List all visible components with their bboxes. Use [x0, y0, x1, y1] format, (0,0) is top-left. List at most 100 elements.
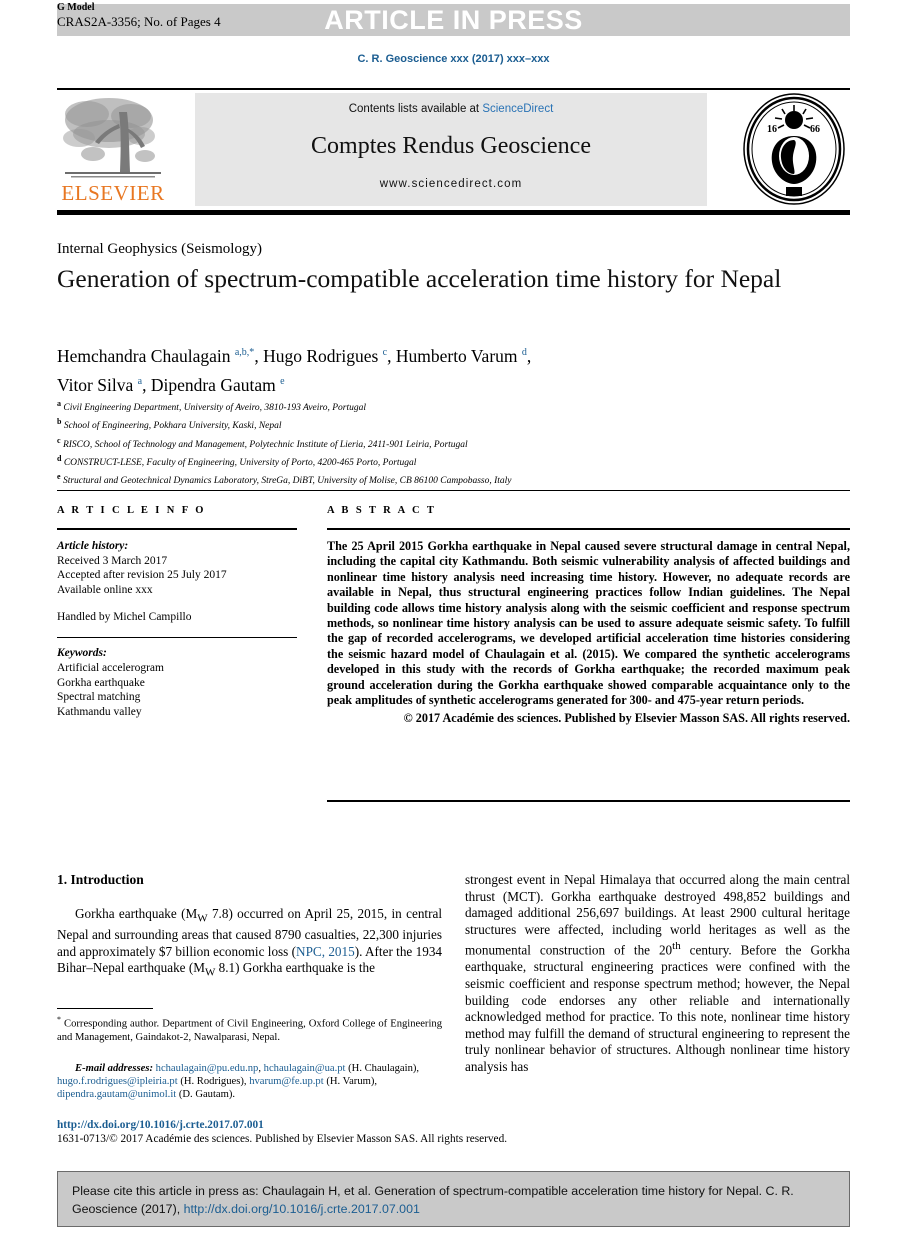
- affiliation-item: d CONSTRUCT-LESE, Faculty of Engineering…: [57, 452, 847, 470]
- journal-masthead: ELSEVIER Contents lists available at Sci…: [57, 88, 850, 215]
- email-owner-3: (H. Rodrigues),: [180, 1076, 247, 1088]
- affiliation-text: School of Engineering, Pokhara Universit…: [63, 421, 282, 432]
- body-left-column: 1. Introduction Gorkha earthquake (MW 7.…: [57, 872, 442, 982]
- article-info-column: A R T I C L E I N F O Article history: R…: [57, 505, 297, 719]
- article-id-label: CRAS2A-3356; No. of Pages 4: [57, 14, 221, 29]
- century-superscript: th: [672, 940, 681, 953]
- corresponding-author-note: * Corresponding author. Department of Ci…: [57, 1013, 442, 1044]
- article-history-block: Article history: Received 3 March 2017 A…: [57, 539, 297, 597]
- email-link-5[interactable]: dipendra.gautam@unimol.it: [57, 1089, 176, 1100]
- g-model-block: G Model CRAS2A-3356; No. of Pages 4: [57, 2, 221, 29]
- keyword-item: Spectral matching: [57, 691, 141, 704]
- keywords-block: Keywords: Artificial accelerogram Gorkha…: [57, 646, 297, 719]
- cite-box-text: Please cite this article in press as: Ch…: [72, 1182, 835, 1218]
- abstract-body: The 25 April 2015 Gorkha earthquake in N…: [327, 539, 850, 708]
- handled-by: Handled by Michel Campillo: [57, 611, 192, 624]
- author-sep-3: ,: [526, 345, 532, 366]
- author-1-affil-marks[interactable]: a,b,*: [235, 347, 254, 358]
- author-4-name: Vitor Silva: [57, 374, 138, 395]
- author-sep-4: , Dipendra Gautam: [142, 374, 281, 395]
- keyword-item: Gorkha earthquake: [57, 676, 145, 689]
- affiliation-mark: e: [57, 472, 61, 482]
- email-link-3[interactable]: hugo.f.rodrigues@ipleiria.pt: [57, 1076, 178, 1087]
- affiliation-item: a Civil Engineering Department, Universi…: [57, 397, 847, 415]
- corresponding-author-text: Corresponding author. Department of Civi…: [57, 1018, 442, 1043]
- accepted-date: Accepted after revision 25 July 2017: [57, 569, 227, 582]
- body-right-column: strongest event in Nepal Himalaya that o…: [465, 872, 850, 1076]
- svg-text:66: 66: [810, 124, 820, 135]
- affiliation-item: e Structural and Geotechnical Dynamics L…: [57, 470, 847, 488]
- magnitude-subscript-2: W: [204, 967, 216, 980]
- footnote-rule: [57, 1008, 153, 1009]
- sciencedirect-link[interactable]: ScienceDirect: [482, 103, 553, 115]
- elsevier-logo: ELSEVIER: [57, 94, 169, 206]
- intro-right-text-b: century. Before the Gorkha earthquake, s…: [465, 942, 850, 1074]
- svg-text:16: 16: [767, 124, 777, 135]
- magnitude-subscript: W: [197, 912, 208, 925]
- issn-copyright-line: 1631-0713/© 2017 Académie des sciences. …: [57, 1133, 508, 1145]
- abstract-bottom-rule: [327, 800, 850, 802]
- affiliation-list: a Civil Engineering Department, Universi…: [57, 397, 847, 489]
- journal-title: Comptes Rendus Geoscience: [311, 133, 591, 159]
- affiliation-text: Structural and Geotechnical Dynamics Lab…: [62, 476, 512, 487]
- cite-this-article-box: Please cite this article in press as: Ch…: [57, 1171, 850, 1227]
- email-addresses-label: E-mail addresses:: [75, 1063, 153, 1074]
- abstract-copyright: © 2017 Académie des sciences. Published …: [403, 711, 850, 726]
- contents-available-line: Contents lists available at ScienceDirec…: [195, 103, 707, 115]
- seal-graphic: 16 66: [743, 93, 845, 205]
- abstract-column: A B S T R A C T The 25 April 2015 Gorkha…: [327, 505, 850, 727]
- affiliation-text: Civil Engineering Department, University…: [63, 403, 367, 414]
- email-link-1[interactable]: hchaulagain@pu.edu.np: [156, 1063, 259, 1074]
- keyword-item: Artificial accelerogram: [57, 661, 164, 674]
- cite-text-before: Please cite this article in press as: Ch…: [72, 1184, 794, 1216]
- keywords-divider-rule: [57, 637, 297, 639]
- subject-area: Internal Geophysics (Seismology): [57, 241, 262, 257]
- info-section-top-rule: [57, 490, 850, 491]
- article-info-rule: [57, 528, 297, 530]
- elsevier-tree-icon: [63, 98, 161, 178]
- author-list: Hemchandra Chaulagain a,b,*, Hugo Rodrig…: [57, 340, 847, 398]
- affiliation-mark: b: [57, 417, 62, 427]
- academie-des-sciences-seal-icon: 16 66: [738, 92, 850, 208]
- email-owner-1: (H. Chaulagain),: [348, 1063, 420, 1074]
- email-link-4[interactable]: hvarum@fe.up.pt: [249, 1076, 323, 1087]
- keyword-item: Kathmandu valley: [57, 705, 142, 718]
- email-link-2[interactable]: hchaulagain@ua.pt: [264, 1063, 346, 1074]
- intro-text-d: 8.1) Gorkha earthquake is the: [215, 960, 375, 976]
- sciencedirect-url[interactable]: www.sciencedirect.com: [195, 178, 707, 190]
- abstract-rule: [327, 528, 850, 530]
- affiliation-item: b School of Engineering, Pokhara Univers…: [57, 415, 847, 433]
- email-owner-4: (H. Varum),: [326, 1076, 378, 1088]
- received-date: Received 3 March 2017: [57, 554, 168, 567]
- author-sep-2: , Humberto Varum: [387, 345, 522, 366]
- email-owner-5: (D. Gautam).: [178, 1089, 236, 1101]
- page-title: Generation of spectrum-compatible accele…: [57, 264, 782, 293]
- affiliation-text: RISCO, School of Technology and Manageme…: [62, 439, 468, 450]
- affiliation-text: CONSTRUCT-LESE, Faculty of Engineering, …: [63, 458, 417, 469]
- affiliation-mark: d: [57, 454, 62, 464]
- author-sep-1: , Hugo Rodrigues: [254, 345, 383, 366]
- abstract-heading: A B S T R A C T: [327, 505, 437, 516]
- email-addresses-block: E-mail addresses: hchaulagain@pu.edu.np,…: [57, 1063, 420, 1101]
- masthead-bottom-rule: [57, 210, 850, 215]
- keywords-label: Keywords:: [57, 647, 107, 660]
- affiliation-mark: a: [57, 399, 61, 408]
- g-model-label: G Model: [57, 2, 95, 13]
- cite-doi-link[interactable]: http://dx.doi.org/10.1016/j.crte.2017.07…: [184, 1202, 420, 1216]
- doi-link[interactable]: http://dx.doi.org/10.1016/j.crte.2017.07…: [57, 1119, 264, 1131]
- author-1-name: Hemchandra Chaulagain: [57, 345, 235, 366]
- affiliation-mark: c: [57, 435, 61, 445]
- intro-text-a: Gorkha earthquake (M: [75, 906, 198, 921]
- affiliation-item: c RISCO, School of Technology and Manage…: [57, 434, 847, 452]
- masthead-center-panel: Contents lists available at ScienceDirec…: [195, 93, 707, 206]
- citation-link-npc[interactable]: NPC, 2015: [296, 944, 355, 959]
- article-history-label: Article history:: [57, 540, 129, 552]
- masthead-top-rule: [57, 88, 850, 90]
- elsevier-wordmark: ELSEVIER: [61, 181, 165, 205]
- author-5-affil-marks[interactable]: e: [280, 376, 284, 387]
- section-heading-introduction: 1. Introduction: [57, 872, 144, 887]
- journal-running-head: C. R. Geoscience xxx (2017) xxx–xxx: [357, 53, 550, 65]
- article-info-heading: A R T I C L E I N F O: [57, 505, 206, 516]
- available-online-date: Available online xxx: [57, 583, 153, 596]
- intro-paragraph-right: strongest event in Nepal Himalaya that o…: [465, 872, 850, 1076]
